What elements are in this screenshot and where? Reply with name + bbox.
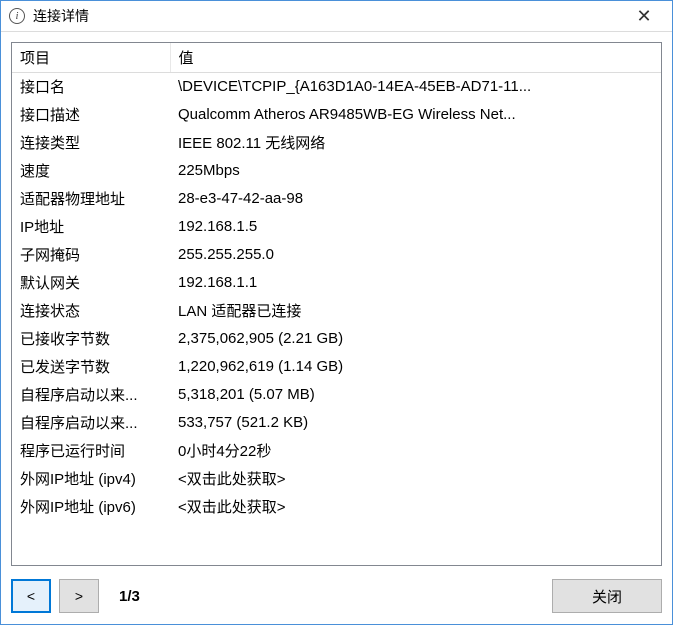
header-value[interactable]: 值 [170,43,661,73]
row-value: LAN 适配器已连接 [170,297,661,325]
next-button[interactable]: > [59,579,99,613]
table-row[interactable]: 外网IP地址 (ipv6)<双击此处获取> [12,493,661,521]
page-indicator: 1/3 [119,588,140,605]
prev-button[interactable]: < [11,579,51,613]
table-row[interactable]: 外网IP地址 (ipv4)<双击此处获取> [12,465,661,493]
row-value: 0小时4分22秒 [170,437,661,465]
row-value: 533,757 (521.2 KB) [170,409,661,437]
row-key: 默认网关 [12,269,170,297]
row-value: 255.255.255.0 [170,241,661,269]
details-grid: 项目 值 接口名\DEVICE\TCPIP_{A163D1A0-14EA-45E… [11,42,662,566]
row-value: Qualcomm Atheros AR9485WB-EG Wireless Ne… [170,101,661,129]
row-value: 1,220,962,619 (1.14 GB) [170,353,661,381]
header-key[interactable]: 项目 [12,43,170,73]
table-row[interactable]: 已发送字节数1,220,962,619 (1.14 GB) [12,353,661,381]
row-value: <双击此处获取> [170,465,661,493]
table-row[interactable]: 子网掩码255.255.255.0 [12,241,661,269]
row-value: 2,375,062,905 (2.21 GB) [170,325,661,353]
row-key: 自程序启动以来... [12,409,170,437]
row-value: 192.168.1.5 [170,213,661,241]
table-row[interactable]: 接口描述Qualcomm Atheros AR9485WB-EG Wireles… [12,101,661,129]
row-key: 已发送字节数 [12,353,170,381]
row-key: 速度 [12,157,170,185]
row-value: \DEVICE\TCPIP_{A163D1A0-14EA-45EB-AD71-1… [170,73,661,101]
table-row[interactable]: 已接收字节数2,375,062,905 (2.21 GB) [12,325,661,353]
close-button[interactable]: 关闭 [552,579,662,613]
row-key: IP地址 [12,213,170,241]
content-area: 项目 值 接口名\DEVICE\TCPIP_{A163D1A0-14EA-45E… [1,32,672,576]
table-row[interactable]: 自程序启动以来...533,757 (521.2 KB) [12,409,661,437]
row-key: 已接收字节数 [12,325,170,353]
row-key: 程序已运行时间 [12,437,170,465]
row-key: 外网IP地址 (ipv4) [12,465,170,493]
table-row[interactable]: 默认网关192.168.1.1 [12,269,661,297]
row-key: 接口名 [12,73,170,101]
row-value: IEEE 802.11 无线网络 [170,129,661,157]
table-row[interactable]: 连接类型IEEE 802.11 无线网络 [12,129,661,157]
table-row[interactable]: 接口名\DEVICE\TCPIP_{A163D1A0-14EA-45EB-AD7… [12,73,661,101]
titlebar[interactable]: i 连接详情 ✕ [1,1,672,32]
table-row[interactable]: IP地址192.168.1.5 [12,213,661,241]
row-key: 外网IP地址 (ipv6) [12,493,170,521]
row-value: 28-e3-47-42-aa-98 [170,185,661,213]
row-key: 子网掩码 [12,241,170,269]
row-key: 适配器物理地址 [12,185,170,213]
table-row[interactable]: 速度225Mbps [12,157,661,185]
row-key: 接口描述 [12,101,170,129]
row-key: 连接类型 [12,129,170,157]
table-row[interactable]: 连接状态LAN 适配器已连接 [12,297,661,325]
row-key: 自程序启动以来... [12,381,170,409]
close-icon[interactable]: ✕ [624,2,664,30]
row-value: 5,318,201 (5.07 MB) [170,381,661,409]
row-value: <双击此处获取> [170,493,661,521]
table-row[interactable]: 程序已运行时间0小时4分22秒 [12,437,661,465]
info-icon: i [9,8,25,24]
table-row[interactable]: 自程序启动以来...5,318,201 (5.07 MB) [12,381,661,409]
row-value: 225Mbps [170,157,661,185]
window-title: 连接详情 [33,6,624,26]
bottom-bar: < > 1/3 关闭 [1,576,672,624]
row-value: 192.168.1.1 [170,269,661,297]
table-row[interactable]: 适配器物理地址28-e3-47-42-aa-98 [12,185,661,213]
row-key: 连接状态 [12,297,170,325]
